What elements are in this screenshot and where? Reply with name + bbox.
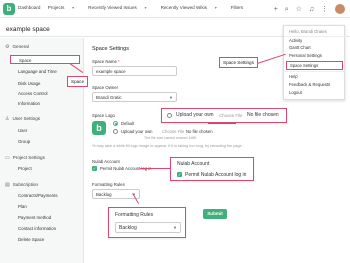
callout-choose-file: Choose File — [219, 113, 243, 118]
space-owner-select[interactable]: Brandi Gratic ▼ — [92, 92, 177, 102]
callout-line-space-settings — [257, 53, 286, 64]
sidebar-item-user[interactable]: User — [18, 128, 27, 133]
chevron-down-icon: ▼ — [169, 95, 173, 100]
callout-permit-label: Permit Nulab Account log in — [185, 172, 247, 178]
nav-filters[interactable]: Filters — [231, 5, 244, 10]
user-menu: Hello, Brandi Grates Activity Gantt Char… — [283, 25, 346, 100]
sidebar-section-subscription: ▤ Subscription — [5, 182, 39, 188]
callout-nulab-title: Nulab Account — [177, 161, 210, 167]
menu-divider — [284, 36, 346, 37]
callout-formatting-select: Backlog ▼ — [115, 222, 181, 233]
add-icon[interactable]: + — [274, 6, 278, 13]
nulab-label: Nulab Account — [92, 159, 120, 164]
file-size-note: The file size cannot exceed 1MB — [144, 136, 196, 140]
sidebar-item-project[interactable]: Project — [18, 166, 32, 171]
sidebar-item-access-control[interactable]: Access Control — [18, 91, 48, 96]
callout-nulab: Nulab Account ✓ Permit Nulab Account log… — [170, 157, 254, 181]
sidebar-item-disk-usage[interactable]: Disk Usage — [18, 81, 40, 86]
space-name-input[interactable]: example space — [92, 66, 177, 76]
space-logo-label: Space Logo — [92, 113, 115, 118]
chevron-down-icon: ▼ — [143, 6, 148, 10]
space-owner-label: Space Owner — [92, 85, 119, 90]
sidebar-item-contact-info[interactable]: Contact information — [18, 226, 56, 231]
callout-upload: Upload your own Choose File No file chos… — [161, 108, 287, 123]
nav-recent-issues[interactable]: Recently Viewed Issues ▼ — [88, 5, 153, 10]
sidebar-item-language[interactable]: Language and Time — [18, 69, 57, 74]
page-title: Space Settings — [92, 46, 129, 52]
project-name: example space — [6, 26, 50, 33]
sidebar-item-delete-space[interactable]: Delete Space — [18, 237, 44, 242]
menu-activity[interactable]: Activity — [289, 38, 302, 43]
callout-upload-label: Upload your own — [176, 112, 214, 118]
menu-personal-settings[interactable]: Personal Settings — [289, 53, 322, 58]
menu-divider — [284, 71, 346, 72]
radio-upload-label: Upload your own — [121, 129, 153, 134]
sidebar-item-plan[interactable]: Plan — [18, 204, 27, 209]
sidebar-section-users: ♙ User Settings — [5, 116, 41, 122]
nav-projects[interactable]: Projects ▼ — [48, 5, 81, 10]
space-name-label: Space Name * — [92, 59, 120, 64]
submit-button[interactable]: Submit — [203, 209, 227, 219]
sidebar-item-payment-method[interactable]: Payment method — [18, 215, 51, 220]
sidebar-item-contracts[interactable]: Contracts/Payments — [18, 193, 58, 198]
card-icon: ▤ — [5, 182, 10, 188]
callout-line-nulab — [140, 168, 170, 169]
gear-icon: ⚙ — [5, 44, 10, 50]
space-logo-preview: b — [92, 121, 106, 135]
callout-upload-radio — [167, 113, 172, 118]
menu-space-settings[interactable]: Space Settings — [286, 61, 343, 70]
menu-gantt[interactable]: Gantt Chart — [289, 45, 311, 50]
permit-checkbox[interactable]: ✓ — [92, 166, 97, 171]
chevron-down-icon: ▼ — [213, 6, 218, 10]
top-nav: b Dashboard Projects ▼ Recently Viewed Is… — [0, 0, 350, 18]
chevron-down-icon: ▼ — [71, 6, 75, 10]
callout-space-settings: Space Settings — [219, 57, 258, 68]
sidebar-item-group[interactable]: Group — [18, 139, 30, 144]
reload-note: *It may take a while fill logo image to … — [92, 144, 243, 148]
menu-logout[interactable]: Logout — [289, 90, 302, 95]
search-icon[interactable]: ⌕ — [285, 6, 289, 13]
sidebar-section-project: ▭ Project Settings — [5, 155, 45, 161]
folder-icon: ▭ — [5, 155, 10, 161]
star-icon[interactable]: ☆ — [296, 6, 302, 13]
nav-menu: Dashboard Projects ▼ Recently Viewed Issu… — [18, 5, 249, 10]
avatar[interactable] — [335, 4, 345, 14]
formatting-label: Formatting Rules — [92, 182, 125, 187]
menu-greeting: Hello, Brandi Grates — [289, 29, 327, 34]
callout-no-file: No file chosen — [247, 112, 279, 118]
callout-permit-checkbox: ✓ — [177, 172, 182, 177]
menu-feedback[interactable]: Feedback & Requests — [289, 82, 330, 87]
nav-dashboard[interactable]: Dashboard — [18, 5, 40, 10]
callout-space: Space — [67, 76, 89, 87]
no-file-text: No file chosen — [186, 129, 213, 134]
callout-line-upload — [208, 123, 236, 124]
callout-formatting: Formatting Rules Backlog ▼ — [108, 207, 186, 238]
bell-icon[interactable]: ♫ — [309, 6, 314, 13]
sidebar-item-information[interactable]: Information — [18, 101, 40, 106]
apps-icon[interactable]: ⋮ — [321, 6, 328, 13]
backlog-logo[interactable]: b — [3, 3, 15, 15]
radio-default[interactable] — [113, 121, 118, 126]
radio-upload[interactable] — [113, 129, 118, 134]
top-icons: + ⌕ ☆ ♫ ⋮ — [269, 4, 345, 14]
nav-recent-wikis[interactable]: Recently Viewed Wikis ▼ — [161, 5, 224, 10]
chevron-down-icon: ▼ — [173, 225, 177, 230]
radio-default-label: Default — [121, 121, 135, 126]
choose-file-button[interactable]: Choose File — [162, 129, 184, 134]
sidebar-section-general: ⚙ General — [5, 44, 29, 50]
user-icon: ♙ — [5, 116, 10, 122]
menu-help[interactable]: Help — [289, 74, 298, 79]
callout-formatting-title: Formatting Rules — [115, 212, 154, 218]
